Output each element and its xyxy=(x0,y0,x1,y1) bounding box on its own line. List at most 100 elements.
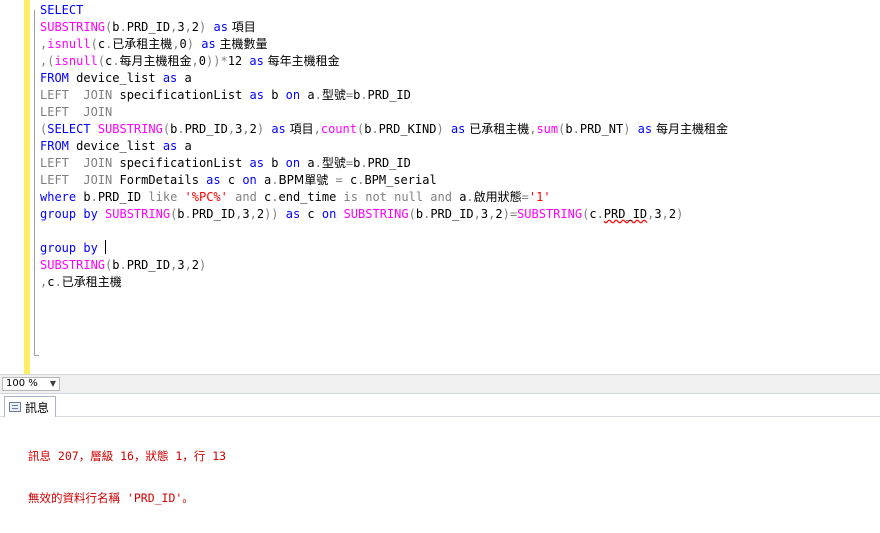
code-line[interactable]: FROM device_list as a xyxy=(40,138,728,155)
outline-bracket-end xyxy=(34,355,39,356)
code-token: as xyxy=(249,54,264,68)
code-token: a xyxy=(300,156,315,170)
code-token: as xyxy=(206,173,221,187)
code-token: ) xyxy=(676,207,684,221)
code-token: 3 xyxy=(654,207,662,221)
code-line[interactable]: where b.PRD_ID like '%PC%' and c.end_tim… xyxy=(40,189,728,206)
code-token: PRD_ID xyxy=(126,20,171,34)
code-line[interactable]: LEFT JOIN xyxy=(40,104,728,121)
code-token: = xyxy=(345,88,354,102)
code-token: 主機數量 xyxy=(215,37,268,51)
sql-code[interactable]: SELECT SUBSTRING(b.PRD_ID,3,2) as 項目 ,isnu… xyxy=(40,2,728,291)
code-token: 2 xyxy=(249,122,257,136)
code-token: on xyxy=(285,156,301,170)
code-token: ) xyxy=(256,122,265,136)
code-token: not xyxy=(365,190,387,204)
code-token: 3 xyxy=(177,258,185,272)
code-token: 項目 xyxy=(227,20,256,34)
error-detail-line: 無效的資料行名稱 'PRD_ID'。 xyxy=(28,491,194,505)
code-token: FROM xyxy=(40,139,69,153)
code-token: 2 xyxy=(191,258,200,272)
code-line[interactable]: (SELECT SUBSTRING(b.PRD_ID,3,2) as 項目,co… xyxy=(40,121,728,138)
code-token: . xyxy=(54,275,62,289)
code-token: . xyxy=(371,122,379,136)
code-line[interactable]: ,c.已承租主機 xyxy=(40,274,728,291)
code-line[interactable]: ,isnull(c.已承租主機,0) as 主機數量 xyxy=(40,36,728,53)
code-token: device_list xyxy=(68,139,163,153)
code-line[interactable]: LEFT JOIN specificationList as b on a.型號… xyxy=(40,87,728,104)
code-token: PRD_KIND xyxy=(378,122,437,136)
code-token: 已承租主機 xyxy=(61,275,122,289)
code-token: . xyxy=(314,88,322,102)
code-token: a xyxy=(177,71,192,85)
code-token: as xyxy=(249,88,264,102)
code-line[interactable]: ,(isnull(c.每月主機租金,0))*12 as 每年主機租金 xyxy=(40,53,728,70)
code-line[interactable]: LEFT JOIN specificationList as b on a.型號… xyxy=(40,155,728,172)
code-token: on xyxy=(321,207,337,221)
code-token: SUBSTRING xyxy=(97,122,163,136)
code-line[interactable]: SELECT xyxy=(40,2,728,19)
tab-messages[interactable]: 訊息 xyxy=(4,396,57,417)
code-token: as xyxy=(450,122,466,136)
code-token: , xyxy=(661,207,669,221)
code-token: as xyxy=(271,122,286,136)
code-token: , xyxy=(313,122,321,136)
message-icon xyxy=(9,402,21,412)
code-line[interactable]: group by xyxy=(40,240,728,257)
code-line[interactable] xyxy=(40,223,728,240)
code-token: as xyxy=(201,37,216,51)
code-token: sum xyxy=(536,122,559,136)
error-header-line: 訊息 207，層級 16，狀態 1，行 13 xyxy=(28,449,227,463)
code-line[interactable]: FROM device_list as a xyxy=(40,70,728,87)
code-token: b xyxy=(177,207,185,221)
query-editor[interactable]: SELECT SUBSTRING(b.PRD_ID,3,2) as 項目 ,isnu… xyxy=(0,0,880,374)
code-line[interactable]: SUBSTRING(b.PRD_ID,3,2) xyxy=(40,257,728,274)
code-token: PRD_ID xyxy=(603,207,648,221)
code-token: as xyxy=(162,71,178,85)
code-token: ,( xyxy=(40,54,55,68)
zoom-value: 100 % xyxy=(6,378,38,389)
code-token: 每月主機租金 xyxy=(119,54,192,68)
code-token: as xyxy=(162,139,178,153)
code-line[interactable]: LEFT JOIN FormDetails as c on a.BPM單號 = … xyxy=(40,172,728,189)
horizontal-scrollbar[interactable] xyxy=(64,379,878,389)
code-token: PRD_ID xyxy=(184,122,228,136)
code-token: 每年主機租金 xyxy=(263,54,340,68)
code-token: b xyxy=(76,190,91,204)
code-token: c xyxy=(300,207,322,221)
code-token: ) xyxy=(186,37,195,51)
zoom-select[interactable]: 100 % ▼ xyxy=(2,377,60,391)
code-token: . xyxy=(271,190,279,204)
code-token: PRD_ID xyxy=(191,207,236,221)
code-token: 項目 xyxy=(285,122,314,136)
code-token: PRD_ID xyxy=(367,156,411,170)
code-token: 2 xyxy=(668,207,677,221)
change-tracking-bar xyxy=(24,0,30,374)
code-token: SUBSTRING xyxy=(517,207,583,221)
code-token: as xyxy=(285,207,301,221)
code-token: 啟用狀態 xyxy=(473,190,522,204)
code-line[interactable]: SUBSTRING(b.PRD_ID,3,2) as 項目 xyxy=(40,19,728,36)
code-token: like xyxy=(148,190,178,204)
code-token: b xyxy=(112,20,120,34)
code-token: , xyxy=(242,122,250,136)
code-token: c xyxy=(589,207,597,221)
code-line[interactable]: group by SUBSTRING(b.PRD_ID,3,2)) as c o… xyxy=(40,206,728,223)
code-token: end_time xyxy=(278,190,344,204)
code-token: 2 xyxy=(495,207,503,221)
code-token: BPM_serial xyxy=(364,173,437,187)
code-token: '1' xyxy=(528,190,551,204)
code-token: PRD_ID xyxy=(126,258,171,272)
code-token: 已承租主機 xyxy=(465,122,530,136)
messages-output: 訊息 207，層級 16，狀態 1，行 13 無效的資料行名稱 'PRD_ID'… xyxy=(28,421,226,533)
code-token: )= xyxy=(502,207,518,221)
code-token: where xyxy=(40,190,77,204)
code-token: b xyxy=(112,258,120,272)
code-token: 3 xyxy=(177,20,185,34)
chevron-down-icon[interactable]: ▼ xyxy=(48,378,58,390)
code-token: as xyxy=(249,156,264,170)
